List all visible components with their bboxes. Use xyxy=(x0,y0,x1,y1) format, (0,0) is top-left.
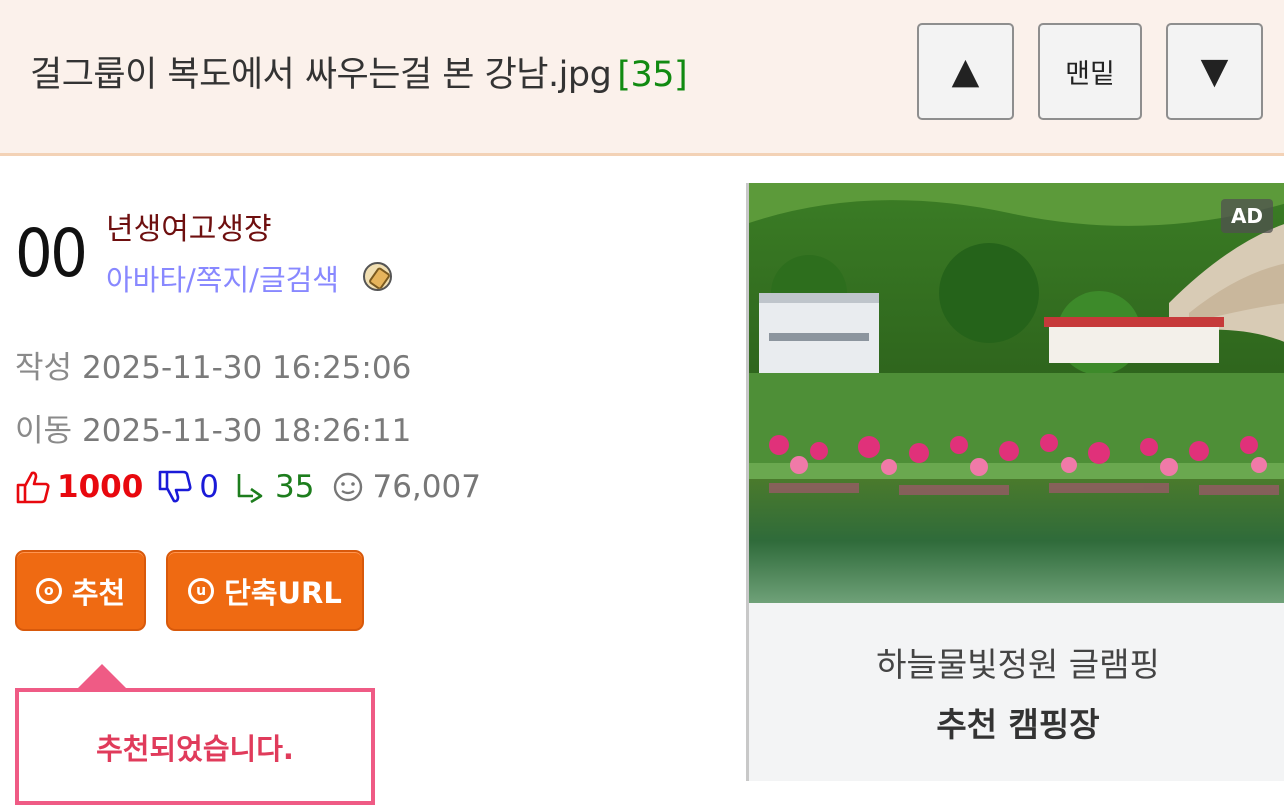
ad-banner[interactable]: AD 하늘물빛정원 글램핑 추천 캠핑장 xyxy=(746,183,1284,781)
written-time-row: 작성 2025-11-30 16:25:06 xyxy=(15,342,411,387)
post-stats: 1000 0 35 76,007 xyxy=(15,467,481,507)
ad-subtitle[interactable]: 추천 캠핑장 xyxy=(749,698,1284,746)
scroll-bottom-button[interactable]: 맨밑 xyxy=(1038,23,1142,120)
moved-time-row: 이동 2025-11-30 18:26:11 xyxy=(15,405,411,450)
moved-label: 이동 xyxy=(15,413,73,449)
view-count: 76,007 xyxy=(372,469,481,505)
ad-scenery-image xyxy=(749,183,1284,603)
written-time: 2025-11-30 16:25:06 xyxy=(82,350,412,386)
views-face-icon xyxy=(334,472,363,502)
upvote-count: 1000 xyxy=(57,469,144,505)
author-menu-link[interactable]: 아바타/쪽지/글검색 xyxy=(106,257,339,299)
recommend-toast: 추천되었습니다. xyxy=(15,688,375,805)
scroll-up-button[interactable]: ▲ xyxy=(917,23,1014,120)
reply-count: 35 xyxy=(275,469,315,505)
scroll-down-button[interactable]: ▼ xyxy=(1166,23,1263,120)
ad-title[interactable]: 하늘물빛정원 글램핑 xyxy=(749,638,1284,686)
ad-image[interactable]: AD xyxy=(749,183,1284,603)
post-header: 걸그룹이 복도에서 싸우는걸 본 강남.jpg [35] ▲ 맨밑 ▼ xyxy=(0,0,1284,156)
reply-icon xyxy=(237,474,263,504)
medal-icon xyxy=(363,262,392,291)
short-url-button[interactable]: u 단축URL xyxy=(166,550,364,631)
ad-badge: AD xyxy=(1221,199,1273,233)
author-nickname[interactable]: 년생여고생쟝 xyxy=(106,204,272,248)
downvote-count: 0 xyxy=(199,469,220,505)
toast-pointer xyxy=(77,664,127,689)
moved-time: 2025-11-30 18:26:11 xyxy=(82,413,412,449)
thumbs-down-icon xyxy=(158,470,192,503)
recommend-button[interactable]: o 추천 xyxy=(15,550,146,631)
short-url-icon: u xyxy=(188,577,215,604)
comment-count[interactable]: [35] xyxy=(617,55,687,95)
recommend-icon: o xyxy=(35,577,62,604)
written-label: 작성 xyxy=(15,350,73,386)
toast-message: 추천되었습니다. xyxy=(96,731,294,766)
post-title: 걸그룹이 복도에서 싸우는걸 본 강남.jpg [35] xyxy=(30,46,688,97)
thumbs-up-icon xyxy=(16,471,50,504)
short-url-label: 단축URL xyxy=(224,575,342,610)
author-level-number: 00 xyxy=(15,215,88,292)
post-title-text: 걸그룹이 복도에서 싸우는걸 본 강남.jpg xyxy=(30,55,612,95)
recommend-label: 추천 xyxy=(71,575,126,610)
